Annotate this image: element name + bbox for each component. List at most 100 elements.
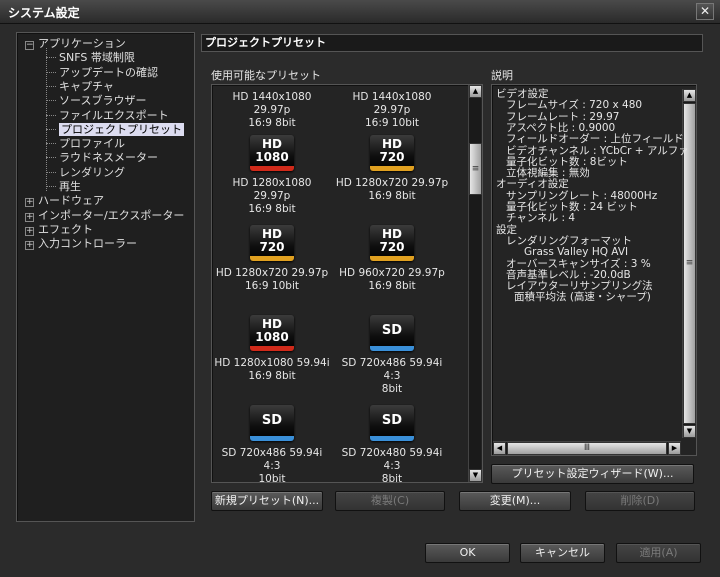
expand-icon[interactable]: +: [25, 198, 34, 208]
tree-connector: [46, 157, 56, 159]
preset-item[interactable]: HD 720 HD 1280x720 29.97p 16:9 10bit: [214, 225, 330, 293]
preset-item[interactable]: SD SD 720x486 59.94i 4:3 8bit: [334, 315, 450, 396]
preset-title: SD 720x486 59.94i 4:3: [221, 447, 323, 472]
description-line: 設定: [496, 223, 517, 236]
format-badge-icon: SD: [370, 405, 414, 441]
badge-stripe: [370, 166, 414, 171]
page-title: プロジェクトプリセット: [201, 34, 703, 52]
scroll-up-icon[interactable]: ▲: [683, 89, 696, 102]
scroll-thumb[interactable]: ≡: [469, 143, 482, 195]
tree-connector: [46, 71, 56, 73]
tree-item[interactable]: キャプチャ: [59, 79, 114, 94]
preset-subtitle: 8bit: [381, 383, 403, 395]
new-preset-button[interactable]: 新規プリセット(N)...: [211, 491, 323, 511]
description-line: フレームレート : 29.97: [506, 110, 620, 123]
scroll-right-icon[interactable]: ▶: [668, 442, 681, 455]
preset-list-scrollbar[interactable]: ▲ ≡ ▼: [468, 85, 482, 482]
tree-item[interactable]: − アプリケーション: [25, 36, 126, 51]
badge-bottom-text: 1080: [255, 150, 289, 164]
description-line: チャンネル : 4: [506, 212, 576, 225]
tree-item[interactable]: アップデートの確認: [59, 65, 158, 80]
tree-item[interactable]: ファイルエクスポート: [59, 108, 169, 123]
tree-item-label: 再生: [59, 180, 81, 193]
expand-icon[interactable]: +: [25, 241, 34, 251]
description-hscrollbar[interactable]: ◀ Ⅲ ▶: [493, 441, 681, 455]
preset-item[interactable]: HD 1080 HD 1280x1080 29.97p 16:9 8bit: [214, 135, 330, 216]
preset-wizard-button[interactable]: プリセット設定ウィザード(W)...: [491, 464, 694, 484]
scroll-down-icon[interactable]: ▼: [469, 469, 482, 482]
tree-item[interactable]: + 入力コントローラー: [25, 236, 137, 251]
modify-button[interactable]: 変更(M)...: [459, 491, 571, 511]
presets-label: 使用可能なプリセット: [211, 69, 321, 82]
preset-item[interactable]: HD 1440x1080 29.97p 16:9 10bit: [334, 91, 450, 130]
tree-item[interactable]: + インポーター/エクスポーター: [25, 208, 184, 223]
tree-connector: [46, 100, 56, 102]
tree-connector: [46, 171, 56, 173]
tree-item-label: ソースブラウザー: [59, 94, 147, 108]
description-label: 説明: [491, 69, 513, 82]
preset-list[interactable]: ▲ ≡ ▼ HD 1440x1080 29.97p 16:9 8bit HD 144…: [211, 84, 483, 486]
preset-title: HD 1280x1080 59.94i: [214, 357, 330, 369]
badge-bottom-text: 720: [379, 240, 405, 254]
badge-bottom-text: 720: [259, 240, 285, 254]
tree-item-label: ファイルエクスポート: [59, 108, 169, 122]
tree-connector: [46, 48, 47, 191]
description-line: Grass Valley HQ AVI: [524, 246, 629, 259]
preset-title: HD 1280x720 29.97p: [335, 177, 449, 189]
tree-item[interactable]: プロファイル: [59, 136, 125, 151]
tree-item-label: ハードウェア: [38, 194, 104, 208]
tree-item[interactable]: ソースブラウザー: [59, 93, 146, 108]
preset-item[interactable]: HD 1440x1080 29.97p 16:9 8bit: [214, 91, 330, 130]
description-line: オーバースキャンサイズ : 3 %: [506, 257, 651, 270]
tree-item-label: キャプチャ: [59, 79, 114, 93]
ok-button[interactable]: OK: [425, 543, 510, 563]
tree-item[interactable]: レンダリング: [59, 165, 125, 180]
badge-bottom-text: 1080: [255, 330, 289, 344]
collapse-icon[interactable]: −: [25, 41, 34, 50]
tree-connector: [46, 57, 56, 59]
expand-icon[interactable]: +: [25, 226, 34, 236]
description-line: オーディオ設定: [496, 178, 569, 191]
scroll-left-icon[interactable]: ◀: [493, 442, 506, 455]
tree-item-label: ラウドネスメーター: [59, 151, 158, 165]
preset-item[interactable]: SD SD 720x480 59.94i 4:3 8bit: [334, 405, 450, 486]
tree-item[interactable]: ラウドネスメーター: [59, 150, 158, 165]
preset-subtitle: 16:9 8bit: [368, 190, 416, 202]
delete-button[interactable]: 削除(D): [585, 491, 695, 511]
settings-tree[interactable]: − アプリケーション SNFS 帯域制限 アップデートの確認 キャプチャ ソースブラウザー…: [16, 32, 195, 522]
badge-top-text: SD: [381, 323, 403, 338]
preset-subtitle: 10bit: [258, 473, 286, 485]
scroll-thumb[interactable]: Ⅲ: [507, 442, 667, 455]
tree-item-label: アップデートの確認: [59, 65, 158, 79]
description-box: ▲ ≡ ▼ ◀ Ⅲ ▶ ビデオ設定 フレームサイズ : 720 x 480 フレーム…: [491, 84, 697, 456]
preset-item[interactable]: SD SD 720x486 59.94i 4:3 10bit: [214, 405, 330, 486]
preset-subtitle: 16:9 10bit: [245, 280, 299, 292]
preset-subtitle: 8bit: [381, 473, 403, 485]
preset-title: HD 960x720 29.97p: [339, 267, 445, 279]
tree-item[interactable]: + ハードウェア: [25, 193, 104, 208]
duplicate-button[interactable]: 複製(C): [335, 491, 445, 511]
tree-item[interactable]: プロジェクトプリセット: [59, 122, 184, 137]
format-badge-icon: SD: [370, 315, 414, 351]
description-line: フィールドオーダー : 上位フィールド: [506, 133, 684, 146]
tree-item[interactable]: 再生: [59, 179, 81, 194]
close-icon[interactable]: ✕: [696, 3, 714, 20]
expand-icon[interactable]: +: [25, 212, 34, 222]
preset-title: HD 1280x1080 29.97p: [232, 177, 312, 202]
scroll-down-icon[interactable]: ▼: [683, 425, 696, 438]
badge-stripe: [250, 436, 294, 441]
tree-item-label: エフェクト: [38, 222, 93, 236]
preset-subtitle: 16:9 8bit: [248, 203, 296, 215]
tree-item-label: インポーター/エクスポーター: [38, 208, 185, 222]
badge-bottom-text: 720: [379, 150, 405, 164]
cancel-button[interactable]: キャンセル: [520, 543, 605, 563]
preset-item[interactable]: HD 720 HD 960x720 29.97p 16:9 8bit: [334, 225, 450, 293]
badge-top-text: SD: [381, 413, 403, 428]
scroll-up-icon[interactable]: ▲: [469, 85, 482, 98]
preset-subtitle: 16:9 8bit: [248, 370, 296, 382]
tree-item[interactable]: SNFS 帯域制限: [59, 50, 135, 65]
tree-item[interactable]: + エフェクト: [25, 222, 93, 237]
apply-button[interactable]: 適用(A): [616, 543, 701, 563]
preset-item[interactable]: HD 720 HD 1280x720 29.97p 16:9 8bit: [334, 135, 450, 203]
preset-item[interactable]: HD 1080 HD 1280x1080 59.94i 16:9 8bit: [214, 315, 330, 383]
